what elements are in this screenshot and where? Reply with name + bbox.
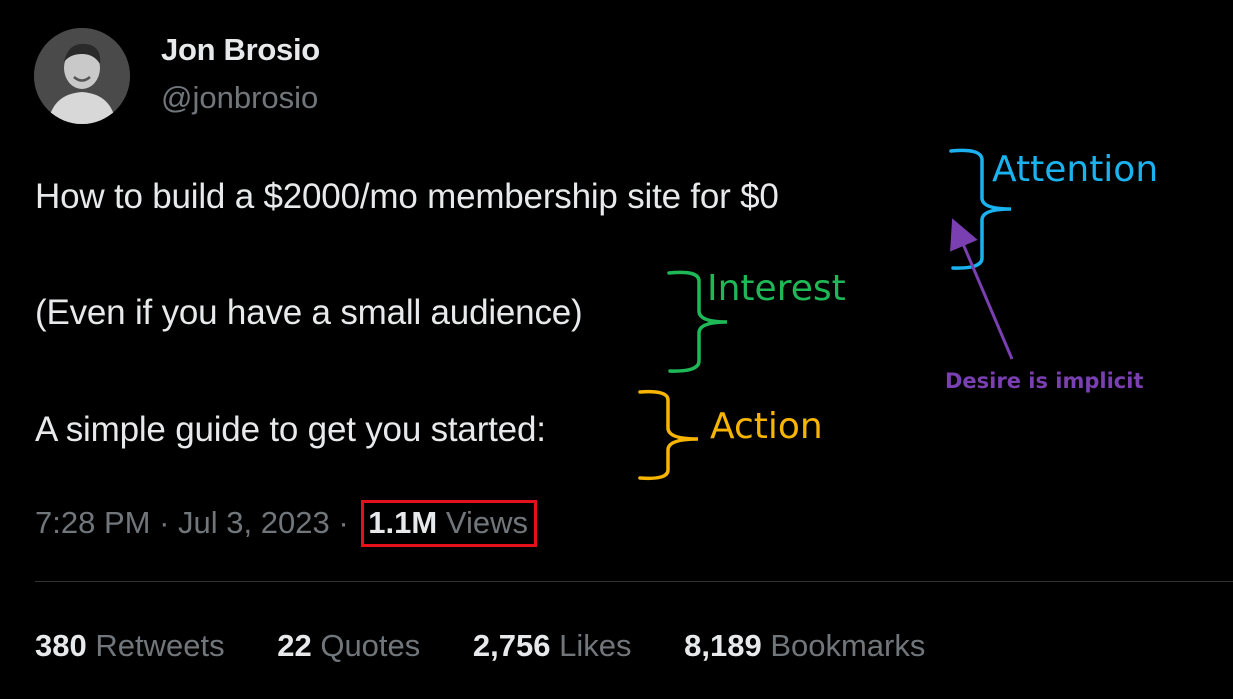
desire-label: Desire is implicit	[945, 369, 1144, 393]
views-count: 1.1M	[368, 505, 438, 540]
engagement-stats: 380 Retweets 22 Quotes 2,756 Likes 8,189…	[35, 628, 969, 664]
desire-arrow	[950, 218, 1014, 360]
interest-label: Interest	[707, 268, 846, 309]
stat-quotes[interactable]: 22 Quotes	[277, 628, 420, 664]
attention-label: Attention	[992, 149, 1159, 190]
action-label: Action	[710, 406, 823, 447]
stat-bookmarks[interactable]: 8,189 Bookmarks	[684, 628, 925, 664]
tweet-time[interactable]: 7:28 PM	[35, 505, 150, 540]
stat-count: 8,189	[684, 628, 762, 663]
stat-label: Likes	[559, 628, 632, 663]
meta-separator: ·	[338, 505, 349, 540]
tweet-metadata: 7:28 PM · Jul 3, 2023 · 1.1M Views	[35, 500, 537, 547]
stat-likes[interactable]: 2,756 Likes	[473, 628, 632, 664]
stat-count: 380	[35, 628, 87, 663]
stat-count: 22	[277, 628, 312, 663]
stat-label: Quotes	[320, 628, 421, 663]
tweet-date[interactable]: Jul 3, 2023	[178, 505, 330, 540]
divider	[35, 581, 1233, 582]
views-highlight-box[interactable]: 1.1M Views	[361, 500, 537, 547]
meta-separator: ·	[159, 505, 170, 540]
annotation-overlay	[638, 148, 1014, 481]
stat-label: Bookmarks	[770, 628, 926, 663]
action-brace	[638, 389, 699, 481]
stat-label: Retweets	[95, 628, 225, 663]
stat-retweets[interactable]: 380 Retweets	[35, 628, 225, 664]
stat-count: 2,756	[472, 628, 551, 663]
views-label: Views	[445, 505, 528, 540]
